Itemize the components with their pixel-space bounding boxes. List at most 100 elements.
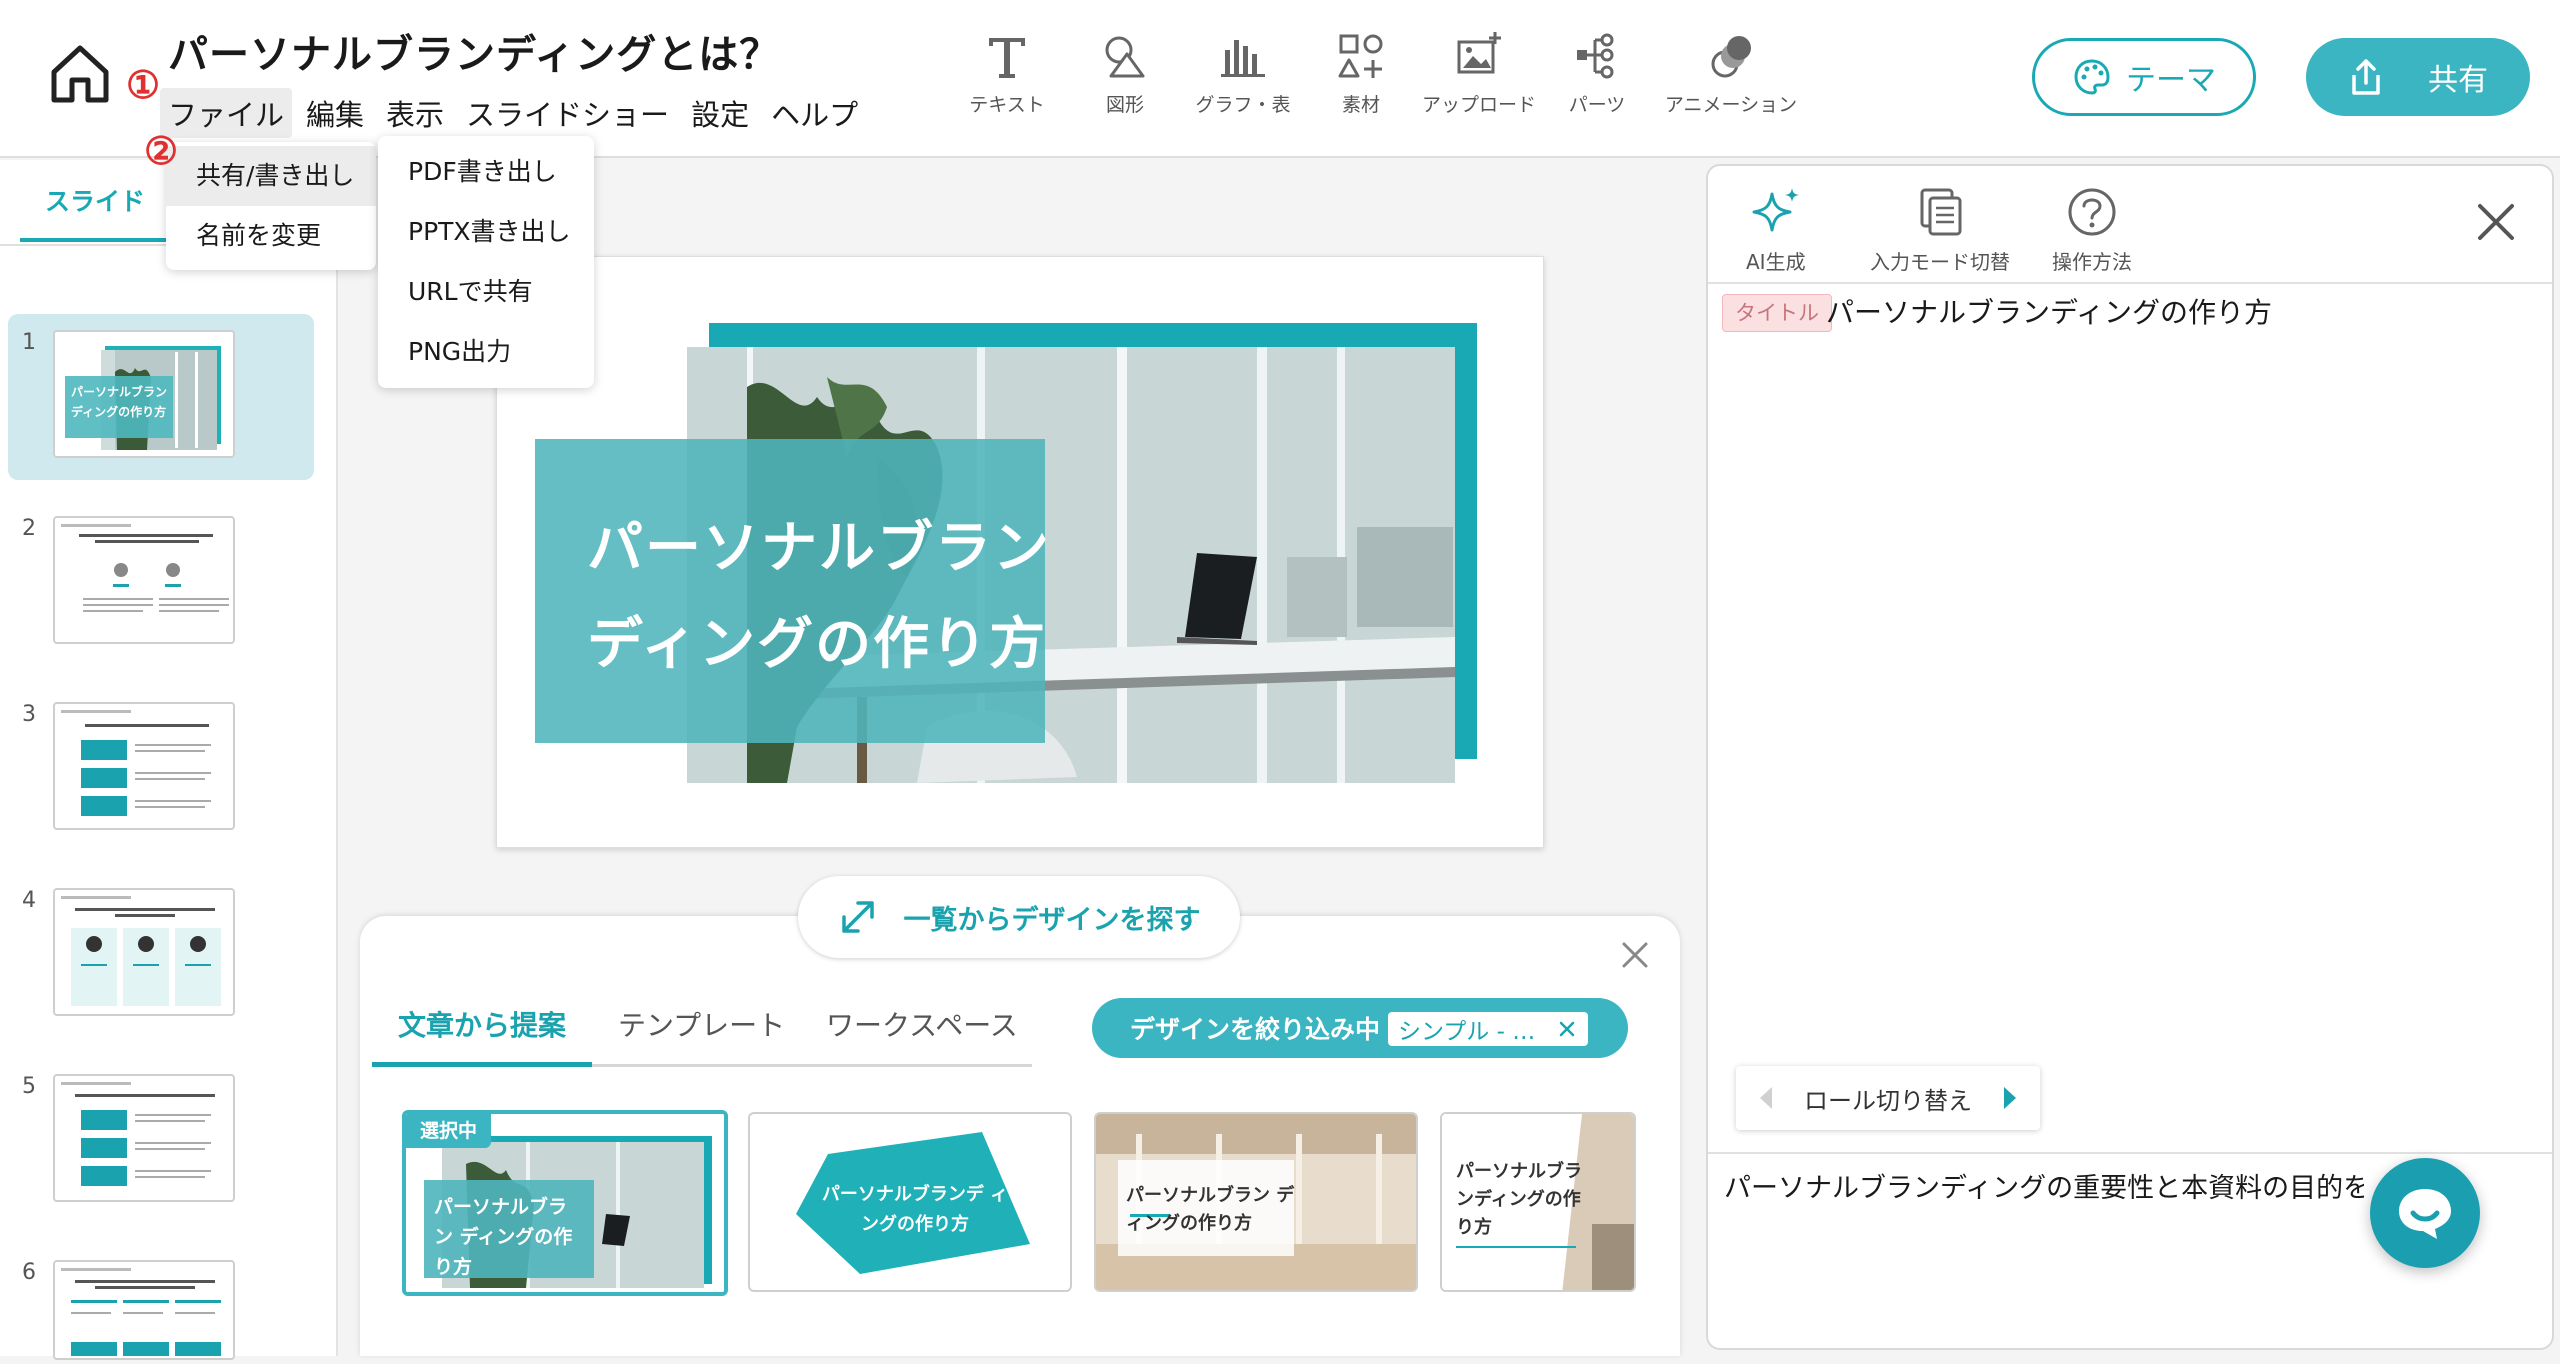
file-menu-share-export[interactable]: 共有/書き出し: [166, 146, 376, 206]
menu-help[interactable]: ヘルプ: [763, 88, 866, 138]
menu-bar: ファイル 編集 表示 スライドショー 設定 ヘルプ: [160, 88, 872, 138]
slide-number: 5: [22, 1074, 36, 1099]
slide-thumbnail: パーソナルブラン ディングの作り方: [53, 330, 235, 458]
slide-list-item[interactable]: 3: [8, 686, 314, 852]
right-panel-close-button[interactable]: [2472, 198, 2520, 250]
export-pdf[interactable]: PDF書き出し: [378, 142, 594, 202]
right-panel-divider: [1708, 282, 2552, 284]
slide-thumbnail: [53, 702, 235, 830]
browse-designs-label: 一覧からデザインを探す: [903, 904, 1201, 936]
export-pptx[interactable]: PPTX書き出し: [378, 202, 594, 262]
menu-file[interactable]: ファイル: [160, 88, 293, 138]
design-card-title: パーソナルブランデ ィングの作り方: [821, 1184, 1009, 1235]
file-menu-rename[interactable]: 名前を変更: [166, 206, 376, 266]
tool-shapes[interactable]: 図形: [1066, 28, 1184, 128]
expand-icon: [841, 901, 874, 933]
ai-generate-label: AI生成: [1746, 250, 1806, 274]
help-icon: [2068, 188, 2116, 236]
menu-view[interactable]: 表示: [378, 88, 452, 138]
menu-slideshow[interactable]: スライドショー: [458, 88, 677, 138]
slide-title-line-1: パーソナルブラン: [587, 516, 1051, 581]
slide-thumbnail: [53, 1074, 235, 1202]
sparkle-icon: [1752, 188, 1799, 232]
home-button[interactable]: [44, 38, 116, 110]
share-button[interactable]: 共有: [2306, 38, 2530, 116]
slide-list-item[interactable]: 5: [8, 1058, 314, 1224]
tool-upload[interactable]: アップロード: [1420, 28, 1538, 128]
role-toggle-label: ロール切り替え: [1804, 1086, 1972, 1115]
slide-number: 2: [22, 516, 36, 541]
slide-thumbnail: [53, 1260, 235, 1360]
share-icon: [2352, 59, 2380, 95]
tool-parts-label: パーツ: [1568, 94, 1626, 116]
step-badge-2: ②: [144, 128, 179, 173]
slide-canvas[interactable]: パーソナルブラン ディングの作り方: [496, 256, 1544, 848]
tool-upload-label: アップロード: [1421, 94, 1536, 116]
input-mode-toggle-button[interactable]: 入力モード切替: [1870, 184, 2010, 275]
theme-button[interactable]: テーマ: [2032, 38, 2256, 116]
role-tag-title: タイトル: [1722, 294, 1832, 332]
slide-list-item[interactable]: 1 パーソナルブラン ディングの作り方: [8, 314, 314, 480]
slide-thumbnail: [53, 516, 235, 644]
close-icon: [2478, 204, 2514, 240]
shapes-icon: [1105, 36, 1145, 78]
theme-button-label: テーマ: [2126, 63, 2216, 98]
title-input-line[interactable]: パーソナルブランディングの作り方: [1826, 294, 2272, 332]
body-input-line[interactable]: パーソナルブランディングの重要性と本資料の目的を紹: [1724, 1166, 2364, 1212]
tab-suggest-from-text[interactable]: 文章から提案: [398, 1004, 566, 1044]
tool-animation[interactable]: アニメーション: [1656, 28, 1806, 128]
file-menu-dropdown: 共有/書き出し 名前を変更: [166, 142, 376, 270]
slide-title[interactable]: パーソナルブラン ディングの作り方: [587, 501, 1107, 693]
step-badge-1: ①: [126, 62, 161, 107]
slide-list-item[interactable]: 4: [8, 872, 314, 1038]
slide-list-item[interactable]: 6: [8, 1244, 314, 1364]
tool-text[interactable]: テキスト: [948, 28, 1066, 128]
slide-title-line-2: ディングの作り方: [587, 612, 1048, 677]
active-tab-indicator: [372, 1062, 592, 1067]
design-card[interactable]: パーソナルブラ ンディングの作 り方: [1440, 1112, 1636, 1292]
close-icon: [1622, 942, 1648, 968]
how-to-use-button[interactable]: 操作方法: [2052, 184, 2132, 275]
slide-thumb-title: パーソナルブラン ディングの作り方: [71, 385, 168, 419]
share-url[interactable]: URLで共有: [378, 262, 594, 322]
menu-edit[interactable]: 編集: [298, 88, 372, 138]
role-toggle-control[interactable]: ロール切り替え: [1736, 1066, 2040, 1130]
chat-icon: [2399, 1189, 2451, 1239]
design-card[interactable]: パーソナルブラン ディングの作り方: [1094, 1112, 1418, 1292]
menu-settings[interactable]: 設定: [683, 88, 757, 138]
browse-designs-button[interactable]: 一覧からデザインを探す: [798, 876, 1240, 958]
parts-icon: [1577, 33, 1614, 79]
assets-icon: [1338, 34, 1383, 78]
design-card[interactable]: 選択中 パーソナルブラン ディングの作り方: [402, 1110, 728, 1296]
chevron-left-icon[interactable]: [1756, 1085, 1776, 1111]
chevron-right-icon[interactable]: [2000, 1085, 2020, 1111]
ai-generate-button[interactable]: AI生成: [1746, 184, 1806, 275]
tab-slides[interactable]: スライド: [20, 182, 170, 242]
tool-parts[interactable]: パーツ: [1538, 28, 1656, 128]
tool-chart[interactable]: グラフ・表: [1184, 28, 1302, 128]
slide-thumbnail: [53, 888, 235, 1016]
filter-chip-simple[interactable]: シンプル - …: [1388, 1012, 1588, 1046]
remove-filter-icon[interactable]: [1556, 1018, 1578, 1040]
tool-assets[interactable]: 素材: [1302, 28, 1420, 128]
design-panel-close-button[interactable]: [1618, 938, 1652, 972]
tab-templates[interactable]: テンプレート: [618, 1004, 785, 1044]
document-title[interactable]: パーソナルブランディングとは？: [168, 22, 780, 80]
tool-animation-label: アニメーション: [1664, 94, 1798, 116]
filter-chip-label: シンプル - …: [1398, 1019, 1536, 1045]
tab-workspace[interactable]: ワークスペース: [826, 1004, 1018, 1044]
tool-chart-label: グラフ・表: [1195, 94, 1291, 116]
palette-icon: [2074, 59, 2110, 95]
slide-number: 1: [22, 330, 36, 355]
slide-number: 4: [22, 888, 36, 913]
chat-support-button[interactable]: [2370, 1158, 2480, 1268]
how-to-use-label: 操作方法: [2052, 250, 2132, 274]
share-button-label: 共有: [2428, 63, 2488, 98]
slide-number: 3: [22, 702, 36, 727]
design-card-title: パーソナルブラン ディングの作り方: [1126, 1185, 1295, 1234]
copy-icon: [1920, 188, 1962, 236]
slide-list-item[interactable]: 2: [8, 500, 314, 666]
design-card[interactable]: パーソナルブランデ ィングの作り方: [748, 1112, 1072, 1292]
export-png[interactable]: PNG出力: [378, 322, 594, 382]
design-card-title: パーソナルブラ ンディングの作 り方: [1456, 1161, 1582, 1238]
